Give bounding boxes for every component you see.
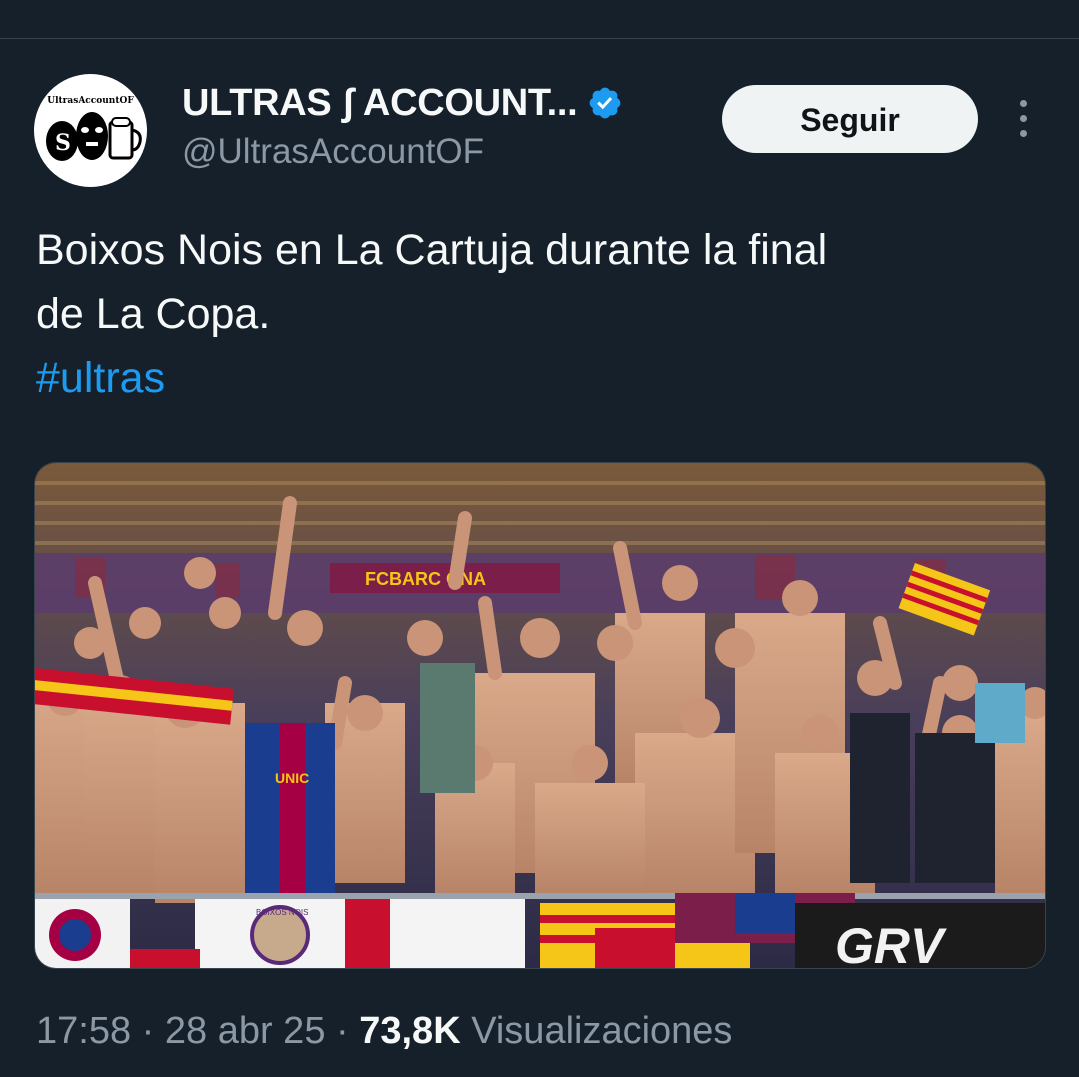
photo-crowd-illustration: FCBARC ONA UNIC BOIXOS NOIS GRV: [35, 463, 1045, 969]
author-display-name[interactable]: ULTRAS ʃ ACCOUNT...: [182, 82, 578, 125]
avatar-logo-icon: S: [46, 112, 142, 161]
svg-text:S: S: [55, 130, 71, 156]
tweet-text-line: Boixos Nois en La Cartuja durante la fin…: [36, 226, 828, 274]
follow-button[interactable]: Seguir: [722, 85, 978, 153]
tweet-time[interactable]: 17:58: [36, 1010, 131, 1052]
meta-separator: ·: [336, 1010, 349, 1052]
flag-text: BOIXOS NOIS: [256, 908, 308, 917]
verified-badge-icon: [590, 87, 621, 119]
meta-separator: ·: [141, 1010, 155, 1052]
hashtag-link[interactable]: #ultras: [36, 346, 1046, 410]
tweet-text: Boixos Nois en La Cartuja durante la fin…: [36, 218, 1046, 410]
more-vertical-icon[interactable]: [1007, 100, 1039, 140]
author-handle[interactable]: @UltrasAccountOF: [182, 132, 484, 172]
views-count: 73,8K: [359, 1010, 461, 1052]
avatar[interactable]: UltrasAccountOF S: [34, 74, 147, 187]
views-label: Visualizaciones: [471, 1010, 733, 1052]
shirt-text: UNIC: [275, 770, 309, 786]
tweet-text-line: de La Copa.: [36, 290, 271, 338]
top-divider: [0, 38, 1079, 39]
tweet-meta: 17:58 · 28 abr 25 · 73,8K Visualizacione…: [36, 1010, 732, 1053]
author-name-row[interactable]: ULTRAS ʃ ACCOUNT...: [182, 80, 623, 126]
banner-text: GRV: [835, 918, 947, 969]
tweet-date[interactable]: 28 abr 25: [165, 1010, 326, 1052]
tweet-photo[interactable]: FCBARC ONA UNIC BOIXOS NOIS GRV: [34, 462, 1046, 969]
scarf-text: FCBARC ONA: [365, 569, 486, 589]
